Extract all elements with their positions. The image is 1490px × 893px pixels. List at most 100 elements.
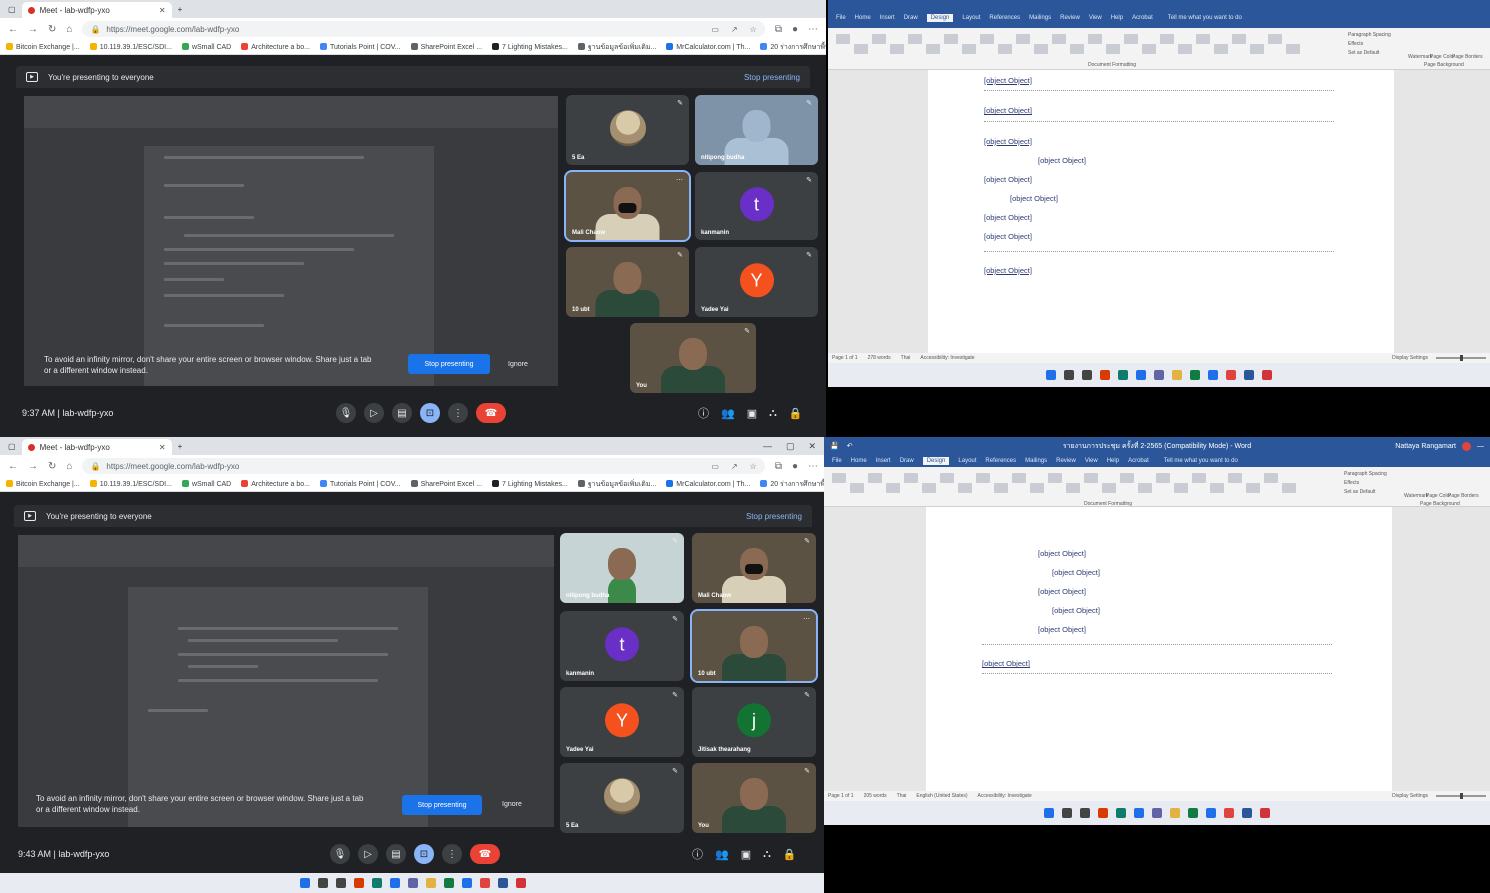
pin-icon[interactable]: ✎ [672, 767, 678, 775]
pin-icon[interactable]: ✎ [744, 327, 750, 335]
taskbar-app-icon[interactable] [390, 878, 400, 888]
pin-icon[interactable]: ✎ [672, 537, 678, 545]
camera-icon[interactable]: ▷ [364, 403, 384, 423]
style-gallery-item[interactable] [1106, 44, 1120, 54]
style-gallery-item[interactable] [1016, 34, 1030, 44]
cast-icon[interactable]: ▭ [711, 462, 719, 471]
participant-tile[interactable]: t kanmanin ✎ [560, 611, 684, 681]
participant-tile[interactable]: You ✎ [692, 763, 816, 833]
style-gallery-item[interactable] [1160, 34, 1174, 44]
ribbon-tab-review[interactable]: Review [1060, 15, 1080, 21]
stop-presenting-link[interactable]: Stop presenting [744, 73, 800, 82]
chat-icon[interactable]: ▣ [747, 407, 757, 420]
taskbar-app-icon[interactable] [318, 878, 328, 888]
style-gallery-item[interactable] [1156, 473, 1170, 483]
taskbar-app-icon[interactable] [1044, 808, 1054, 818]
activities-icon[interactable]: ⛬ [763, 848, 771, 861]
participant-tile[interactable]: 10 ubt ✎ [566, 247, 689, 317]
ribbon-tab-acrobat[interactable]: Acrobat [1132, 15, 1153, 21]
ribbon-tab-file[interactable]: File [832, 458, 842, 464]
status-item[interactable]: Thai [901, 355, 911, 361]
pin-icon[interactable]: ✎ [677, 251, 683, 259]
style-gallery-item[interactable] [1142, 44, 1156, 54]
taskbar-app-icon[interactable] [462, 878, 472, 888]
new-tab-icon[interactable]: + [178, 442, 183, 451]
reload-icon[interactable]: ↻ [48, 461, 56, 472]
taskbar-app-icon[interactable] [1172, 370, 1182, 380]
minimize-icon[interactable]: — [1477, 443, 1484, 450]
taskbar-app-icon[interactable] [1100, 370, 1110, 380]
browser-tab[interactable]: Meet - lab-wdfp-yxo ✕ [21, 439, 172, 455]
participant-tile[interactable]: 10 ubt ⋯ [690, 609, 818, 683]
ribbon-tab-file[interactable]: File [836, 15, 846, 21]
style-gallery-item[interactable] [836, 34, 850, 44]
style-gallery-item[interactable] [868, 473, 882, 483]
status-item[interactable]: Page 1 of 1 [832, 355, 858, 361]
camera-icon[interactable]: ▷ [358, 844, 378, 864]
zoom-slider[interactable] [1436, 355, 1486, 361]
captions-icon[interactable]: ▤ [392, 403, 412, 423]
style-gallery-item[interactable] [1052, 34, 1066, 44]
style-gallery-item[interactable] [886, 483, 900, 493]
style-gallery-item[interactable] [890, 44, 904, 54]
bookmark-item[interactable]: Tutorials Point | COV... [320, 43, 401, 51]
style-gallery-item[interactable] [1084, 473, 1098, 483]
participant-tile[interactable]: 5 Ea ✎ [560, 763, 684, 833]
document-page[interactable]: [object Object] [object Object] [object Ob… [926, 507, 1392, 791]
new-tab-icon[interactable]: + [178, 5, 183, 14]
bookmark-star-icon[interactable]: ☆ [750, 25, 757, 34]
status-item[interactable]: English (United States) [916, 793, 967, 799]
ignore-button[interactable]: Ignore [508, 361, 528, 368]
taskbar-app-icon[interactable] [1226, 370, 1236, 380]
style-gallery-item[interactable] [980, 34, 994, 44]
taskbar-app-icon[interactable] [372, 878, 382, 888]
pin-icon[interactable]: ✎ [806, 99, 812, 107]
activities-icon[interactable]: ⛬ [769, 407, 777, 420]
style-gallery-item[interactable] [1012, 473, 1026, 483]
style-gallery-item[interactable] [1034, 44, 1048, 54]
style-gallery-item[interactable] [926, 44, 940, 54]
status-item[interactable]: 205 words [864, 793, 887, 799]
ribbon-tab-references[interactable]: References [985, 458, 1016, 464]
pin-icon[interactable]: ✎ [672, 615, 678, 623]
reload-icon[interactable]: ↻ [48, 24, 56, 35]
host-controls-icon[interactable]: 🔒 [783, 848, 797, 861]
ribbon-button[interactable]: Effects [1348, 41, 1363, 47]
ribbon-button[interactable]: Page Borders [1452, 54, 1483, 60]
captions-icon[interactable]: ▤ [386, 844, 406, 864]
taskbar-app-icon[interactable] [1244, 370, 1254, 380]
taskbar-app-icon[interactable] [1064, 370, 1074, 380]
style-gallery-item[interactable] [854, 44, 868, 54]
style-gallery-item[interactable] [904, 473, 918, 483]
bookmark-star-icon[interactable]: ☆ [750, 462, 757, 471]
taskbar-app-icon[interactable] [1206, 808, 1216, 818]
pin-icon[interactable]: ✎ [804, 767, 810, 775]
style-gallery-item[interactable] [1088, 34, 1102, 44]
participant-tile[interactable]: Y Yadee Yai ✎ [695, 247, 818, 317]
taskbar-app-icon[interactable] [444, 878, 454, 888]
taskbar-app-icon[interactable] [1208, 370, 1218, 380]
style-gallery-item[interactable] [1264, 473, 1278, 483]
ribbon-tab-help[interactable]: Help [1107, 458, 1119, 464]
bookmark-item[interactable]: 7 Lighting Mistakes... [492, 480, 568, 488]
style-gallery-item[interactable] [922, 483, 936, 493]
ribbon-button[interactable]: Watermark [1404, 493, 1428, 499]
bookmark-item[interactable]: 20 ร่างการศึกษาพื้นฐาน... [760, 42, 826, 53]
ribbon-tab-home[interactable]: Home [855, 15, 871, 21]
bookmark-item[interactable]: 7 Lighting Mistakes... [492, 43, 568, 51]
close-tab-icon[interactable]: ✕ [159, 443, 166, 452]
ribbon-button[interactable]: Paragraph Spacing [1344, 471, 1387, 477]
style-gallery-item[interactable] [962, 44, 976, 54]
mic-icon[interactable]: 🎙 [336, 403, 356, 423]
present-now-icon[interactable]: ⊡ [414, 844, 434, 864]
taskbar-app-icon[interactable] [408, 878, 418, 888]
info-icon[interactable]: ⓘ [698, 405, 709, 421]
back-icon[interactable]: ← [8, 461, 18, 472]
people-icon[interactable]: 👥 [721, 407, 735, 420]
close-window-icon[interactable]: ✕ [808, 441, 816, 452]
taskbar-app-icon[interactable] [1062, 808, 1072, 818]
stop-presenting-button[interactable]: Stop presenting [402, 795, 482, 815]
style-gallery-item[interactable] [1138, 483, 1152, 493]
style-gallery-item[interactable] [1286, 44, 1300, 54]
taskbar-app-icon[interactable] [498, 878, 508, 888]
